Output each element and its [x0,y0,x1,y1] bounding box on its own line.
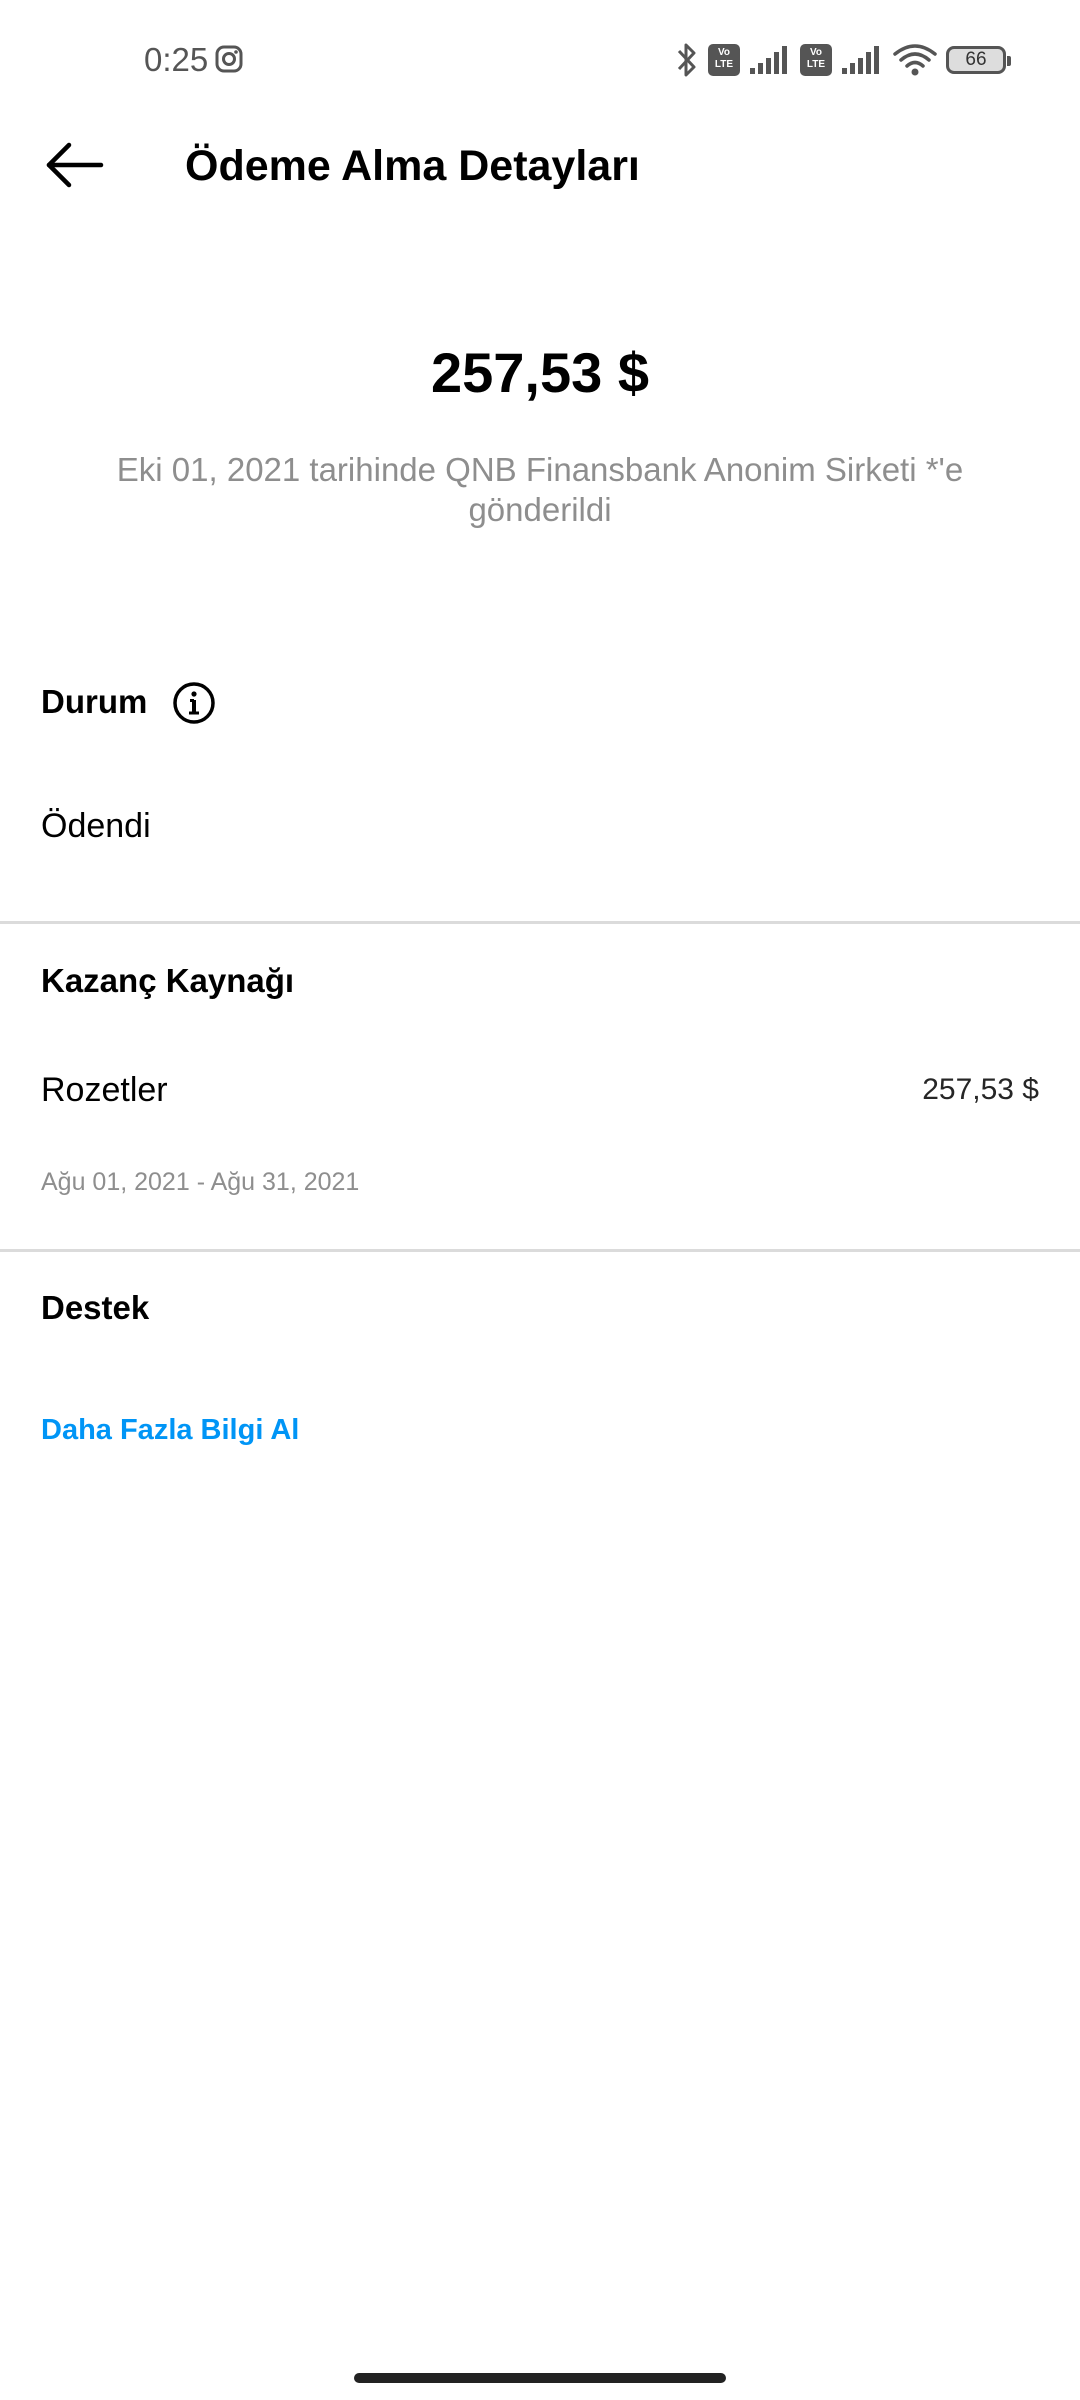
divider [0,921,1080,924]
status-section-title: Durum [41,683,148,720]
signal-icon [842,46,879,74]
volte-icon: Vo LTE [708,44,740,76]
divider [0,1249,1080,1252]
earnings-item-label: Rozetler [41,1071,168,1109]
status-icons: Vo LTE Vo LTE 66 [674,36,1011,84]
status-value: Ödendi [41,807,151,845]
earnings-section-title: Kazanç Kaynağı [41,962,295,999]
back-button[interactable] [34,120,114,210]
bluetooth-icon [677,43,696,77]
payout-details-screen: 0:25 Vo LTE Vo LTE 66 Ödeme Alma Detayla… [0,0,1080,2400]
instagram-icon [215,45,243,73]
arrow-left-icon [46,142,104,188]
status-time: 0:25 [144,41,209,78]
signal-icon [750,46,787,74]
status-bar: 0:25 Vo LTE Vo LTE 66 [0,0,1080,120]
payout-description: Eki 01, 2021 tarihinde QNB Finansbank An… [116,451,964,528]
home-indicator[interactable] [354,2373,726,2383]
support-section-title: Destek [41,1289,150,1326]
earnings-item-amount: 257,53 $ [922,1073,1039,1106]
battery-level: 66 [965,49,987,70]
battery-icon: 66 [946,46,1011,74]
page-title: Ödeme Alma Detayları [185,142,640,190]
payout-amount: 257,53 $ [431,341,649,404]
earnings-item-period: Ağu 01, 2021 - Ağu 31, 2021 [41,1168,360,1196]
learn-more-link[interactable]: Daha Fazla Bilgi Al [41,1410,299,1450]
header: Ödeme Alma Detayları [0,120,1080,210]
volte-icon: Vo LTE [800,44,832,76]
info-icon[interactable] [172,681,216,725]
wifi-icon [893,44,937,76]
